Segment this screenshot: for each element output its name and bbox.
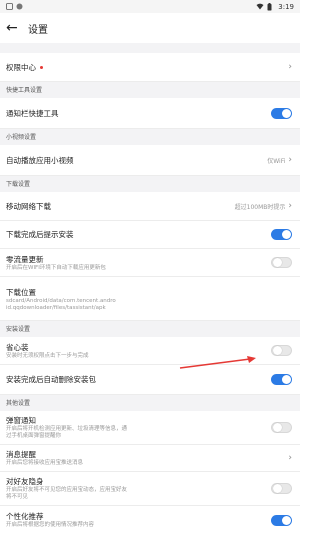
download-done-prompt-toggle[interactable] bbox=[271, 229, 292, 240]
personalized-desc: 开启后将根据您的使用情况推荐内容 bbox=[6, 522, 95, 528]
section-spacer bbox=[0, 43, 300, 53]
msg-remind-desc: 开启后您将接收应用宝推送消息 bbox=[6, 460, 84, 466]
zero-traffic-label: 零流量更新 bbox=[6, 254, 44, 264]
zero-traffic-row[interactable]: 零流量更新 开启后在WIFI环境下自动下载应用更新包 bbox=[0, 249, 300, 277]
page-title: 设置 bbox=[28, 24, 48, 36]
download-path-row[interactable]: 下载位置 sdcard/Android/data/com.tencent.and… bbox=[0, 277, 300, 321]
section-header-quick-tools: 快捷工具设置 bbox=[0, 82, 300, 98]
zero-traffic-desc: 开启后在WIFI环境下自动下载应用更新包 bbox=[6, 264, 106, 271]
app-icon bbox=[16, 3, 23, 10]
top-nav-bar: ← 设置 bbox=[0, 13, 300, 43]
notify-tools-row[interactable]: 通知栏快捷工具 bbox=[0, 98, 300, 129]
download-path-value: sdcard/Android/data/com.tencent.android.… bbox=[6, 298, 116, 311]
hide-friends-toggle[interactable] bbox=[271, 483, 292, 494]
download-path-label: 下载位置 bbox=[6, 288, 36, 297]
save-install-desc: 安装时无须权限点击下一步与完成 bbox=[6, 352, 89, 359]
hide-friends-row[interactable]: 对好友隐身 开启后好友将不可见您的应用宝动态，应用宝好友将不可见 bbox=[0, 472, 300, 506]
popup-notice-label: 弹窗通知 bbox=[6, 416, 36, 425]
popup-notice-desc: 开启后将开机检测应用更新、垃圾清理等信息，通过手机桌面弹窗提醒你 bbox=[6, 426, 128, 439]
save-install-toggle[interactable] bbox=[271, 345, 292, 356]
download-done-prompt-row[interactable]: 下载完成后提示安装 bbox=[0, 221, 300, 249]
download-done-prompt-label: 下载完成后提示安装 bbox=[6, 230, 74, 239]
save-install-row[interactable]: 省心装 安装时无须权限点击下一步与完成 bbox=[0, 337, 300, 365]
battery-icon bbox=[267, 3, 274, 11]
auto-delete-label: 安装完成后自动删除安装包 bbox=[6, 375, 96, 384]
personalized-toggle[interactable] bbox=[271, 514, 292, 526]
popup-notice-row[interactable]: 弹窗通知 开启后将开机检测应用更新、垃圾清理等信息，通过手机桌面弹窗提醒你 bbox=[0, 411, 300, 445]
red-dot-badge bbox=[40, 66, 43, 69]
personalized-label: 个性化推荐 bbox=[6, 512, 44, 521]
msg-remind-label: 消息提醒 bbox=[6, 450, 36, 459]
section-header-download: 下载设置 bbox=[0, 176, 300, 192]
auto-delete-row[interactable]: 安装完成后自动删除安装包 bbox=[0, 365, 300, 395]
status-bar: 3:19 bbox=[0, 0, 300, 13]
chevron-right-icon: › bbox=[288, 155, 292, 165]
back-arrow-icon[interactable]: ← bbox=[6, 20, 22, 36]
chevron-right-icon: › bbox=[288, 62, 292, 72]
notification-icon bbox=[6, 3, 13, 10]
wifi-icon bbox=[256, 3, 264, 10]
mobile-download-value: 超过100MB时提示 bbox=[234, 203, 286, 211]
clock-time: 3:19 bbox=[278, 2, 294, 11]
save-install-label: 省心装 bbox=[6, 342, 29, 352]
notify-tools-toggle[interactable] bbox=[271, 107, 292, 119]
auto-play-row[interactable]: 自动播放应用小视频 仅WiFi › bbox=[0, 145, 300, 176]
personalized-row[interactable]: 个性化推荐 开启后将根据您的使用情况推荐内容 bbox=[0, 506, 300, 534]
chevron-right-icon: › bbox=[288, 201, 292, 211]
section-header-install: 安装设置 bbox=[0, 321, 300, 337]
notify-tools-label: 通知栏快捷工具 bbox=[6, 108, 59, 118]
popup-notice-toggle[interactable] bbox=[271, 422, 292, 433]
hide-friends-desc: 开启后好友将不可见您的应用宝动态，应用宝好友将不可见 bbox=[6, 487, 128, 500]
chevron-right-icon: › bbox=[288, 453, 292, 463]
mobile-download-label: 移动网络下载 bbox=[6, 201, 51, 211]
zero-traffic-toggle[interactable] bbox=[271, 257, 292, 268]
section-header-short-video: 小视频设置 bbox=[0, 129, 300, 145]
msg-remind-row[interactable]: 消息提醒 开启后您将接收应用宝推送消息 › bbox=[0, 445, 300, 472]
permission-center-row[interactable]: 权限中心 › bbox=[0, 53, 300, 82]
auto-delete-toggle[interactable] bbox=[271, 374, 292, 385]
auto-play-value: 仅WiFi bbox=[267, 157, 286, 165]
mobile-download-row[interactable]: 移动网络下载 超过100MB时提示 › bbox=[0, 192, 300, 221]
auto-play-label: 自动播放应用小视频 bbox=[6, 155, 74, 165]
section-header-other: 其他设置 bbox=[0, 395, 300, 411]
hide-friends-label: 对好友隐身 bbox=[6, 477, 44, 486]
permission-center-label: 权限中心 bbox=[6, 62, 43, 73]
